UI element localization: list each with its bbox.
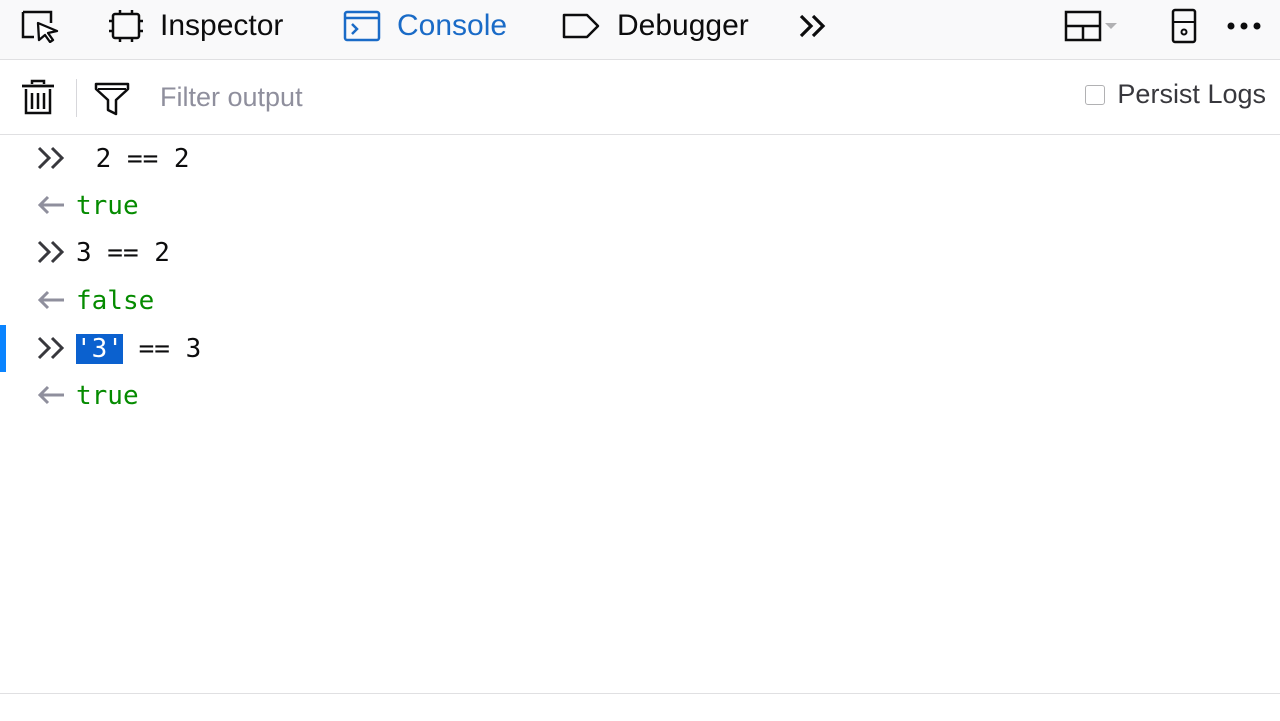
tab-console-label: Console: [397, 9, 508, 42]
console-output: 2 == 2 true 3 == 2 false '3' == 3 true: [0, 135, 1280, 693]
inspector-icon: [109, 10, 143, 42]
console-filter-bar: Persist Logs: [0, 61, 1280, 135]
device-icon: [1171, 8, 1197, 44]
result-arrow-icon: [37, 195, 64, 215]
trash-icon: [22, 79, 54, 115]
responsive-design-button[interactable]: [1170, 0, 1198, 52]
toolbar-separator: [76, 79, 77, 117]
filter-icon: [94, 82, 130, 116]
devtools-toolbar: Inspector Console Debugger: [0, 0, 1280, 60]
element-picker-button[interactable]: [20, 0, 60, 52]
result-arrow-icon: [37, 385, 64, 405]
more-tools-button[interactable]: [798, 0, 828, 52]
console-input-text[interactable]: 3 == 2: [76, 238, 170, 268]
console-icon: [343, 10, 381, 42]
console-result-row: false: [0, 277, 1280, 324]
prompt-chevron-icon: [37, 336, 65, 360]
console-input-row: 3 == 2: [0, 229, 1280, 276]
dock-layout-button[interactable]: [1064, 0, 1122, 52]
layout-icon: [1064, 10, 1117, 42]
double-chevron-right-icon: [799, 14, 826, 38]
console-input-row: 2 == 2: [0, 135, 1280, 182]
console-result-text[interactable]: true: [76, 191, 139, 221]
console-result-text[interactable]: false: [76, 286, 154, 316]
console-input-row-active: '3' == 3: [0, 325, 1280, 372]
prompt-chevron-icon: [37, 240, 65, 264]
console-result-row: true: [0, 182, 1280, 229]
tab-inspector-label: Inspector: [160, 9, 284, 42]
persist-logs-toggle[interactable]: Persist Logs: [1085, 79, 1266, 110]
tab-inspector[interactable]: Inspector: [108, 0, 283, 52]
filter-button[interactable]: [94, 81, 130, 122]
console-result-text[interactable]: true: [76, 381, 139, 411]
console-input-text[interactable]: '3' == 3: [76, 333, 202, 364]
more-options-button[interactable]: [1226, 0, 1264, 52]
tab-debugger-label: Debugger: [617, 9, 749, 42]
persist-logs-label: Persist Logs: [1117, 79, 1266, 109]
ellipsis-icon: [1227, 22, 1261, 30]
console-input-rest: == 3: [122, 333, 202, 364]
filter-output-input[interactable]: [148, 75, 1032, 119]
console-input-text[interactable]: 2 == 2: [80, 144, 190, 174]
console-command-input[interactable]: [0, 693, 1280, 721]
active-line-marker: [0, 325, 6, 372]
tab-console[interactable]: Console: [343, 0, 507, 52]
clear-console-button[interactable]: [20, 79, 56, 122]
console-result-row: true: [0, 372, 1280, 419]
debugger-icon: [562, 13, 600, 39]
text-selection: '3': [76, 333, 123, 364]
element-picker-icon: [21, 10, 59, 43]
result-arrow-icon: [37, 290, 64, 310]
prompt-chevron-icon: [37, 146, 65, 170]
tab-debugger[interactable]: Debugger: [561, 0, 749, 52]
persist-logs-checkbox[interactable]: [1085, 84, 1106, 105]
